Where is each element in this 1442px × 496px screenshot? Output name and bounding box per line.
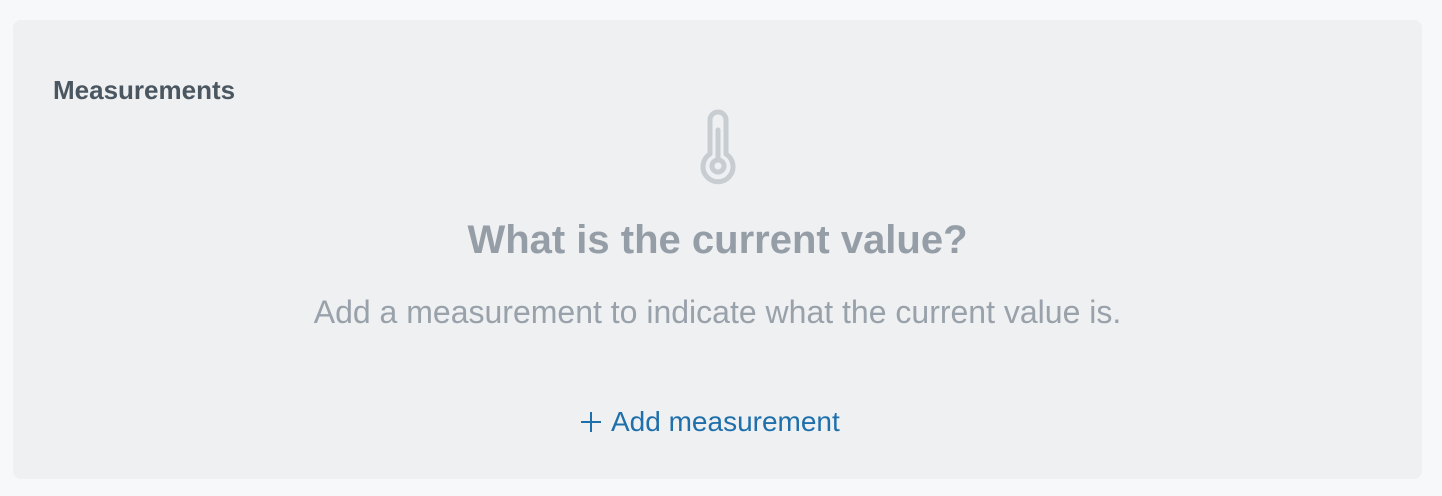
panel-title: Measurements — [53, 75, 236, 105]
empty-state-heading: What is the current value? — [467, 218, 968, 262]
plus-icon — [581, 412, 601, 432]
empty-state: What is the current value? Add a measure… — [13, 108, 1422, 332]
add-measurement-button[interactable]: Add measurement — [579, 404, 840, 440]
thermometer-icon — [700, 109, 735, 185]
empty-state-description: Add a measurement to indicate what the c… — [313, 294, 1122, 330]
measurements-panel: Measurements What is the current value? … — [13, 20, 1422, 479]
add-measurement-label: Add measurement — [611, 406, 840, 437]
